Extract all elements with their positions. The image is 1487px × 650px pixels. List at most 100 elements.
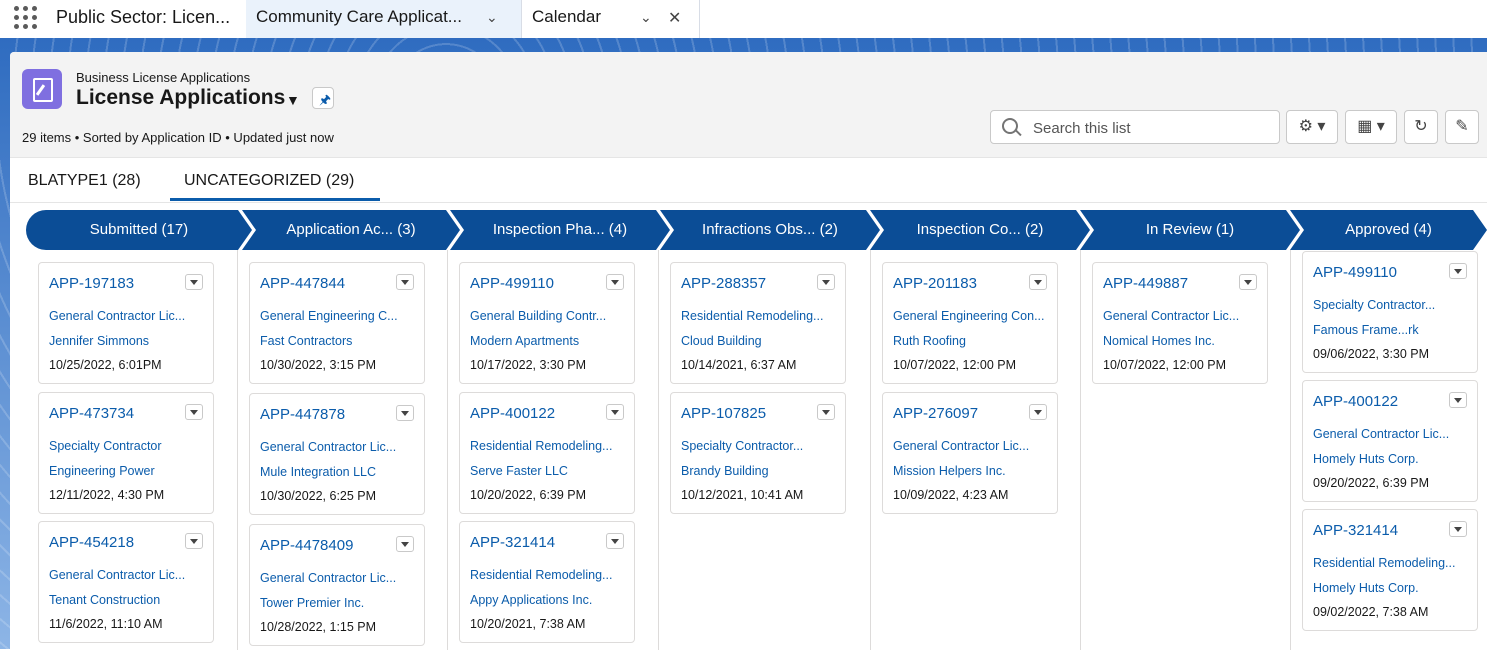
- card-id-link[interactable]: APP-276097: [893, 405, 978, 422]
- chevron-down-icon[interactable]: ⌄: [640, 9, 652, 26]
- kanban-card[interactable]: APP-276097 General Contractor Lic... Mis…: [882, 392, 1058, 514]
- app-launcher-icon[interactable]: [14, 6, 38, 30]
- card-type-link[interactable]: Residential Remodeling...: [1313, 556, 1455, 570]
- card-account-link[interactable]: Serve Faster LLC: [470, 464, 568, 478]
- list-view-picker-icon[interactable]: ▼: [286, 92, 300, 108]
- card-type-link[interactable]: General Contractor Lic...: [893, 439, 1029, 453]
- kanban-card[interactable]: APP-321414 Residential Remodeling... App…: [459, 521, 635, 643]
- card-menu-icon[interactable]: [1239, 274, 1257, 290]
- card-id-link[interactable]: APP-321414: [470, 534, 555, 551]
- card-menu-icon[interactable]: [396, 274, 414, 290]
- card-menu-icon[interactable]: [606, 404, 624, 420]
- kanban-card[interactable]: APP-4478409 General Contractor Lic... To…: [249, 524, 425, 646]
- kanban-card[interactable]: APP-400122 Residential Remodeling... Ser…: [459, 392, 635, 514]
- card-account-link[interactable]: Engineering Power: [49, 464, 155, 478]
- card-account-link[interactable]: Tenant Construction: [49, 593, 160, 607]
- display-as-button[interactable]: ▦ ▾: [1345, 110, 1397, 144]
- kanban-card[interactable]: APP-107825 Specialty Contractor... Brand…: [670, 392, 846, 514]
- search-input[interactable]: [1031, 117, 1265, 139]
- card-type-link[interactable]: General Contractor Lic...: [49, 309, 185, 323]
- card-menu-icon[interactable]: [185, 533, 203, 549]
- card-account-link[interactable]: Fast Contractors: [260, 334, 352, 348]
- card-menu-icon[interactable]: [396, 536, 414, 552]
- stage-submitted[interactable]: Submitted (17): [26, 210, 252, 250]
- card-id-link[interactable]: APP-201183: [893, 275, 977, 292]
- card-type-link[interactable]: General Engineering C...: [260, 309, 398, 323]
- kanban-card[interactable]: APP-454218 General Contractor Lic... Ten…: [38, 521, 214, 643]
- card-menu-icon[interactable]: [817, 404, 835, 420]
- tab-uncategorized[interactable]: UNCATEGORIZED (29): [184, 172, 354, 190]
- card-type-link[interactable]: General Contractor Lic...: [260, 571, 396, 585]
- card-id-link[interactable]: APP-288357: [681, 275, 766, 292]
- tab-blatype1[interactable]: BLATYPE1 (28): [28, 172, 141, 190]
- card-account-link[interactable]: Homely Huts Corp.: [1313, 581, 1419, 595]
- stage-approved[interactable]: Approved (4): [1290, 210, 1487, 250]
- kanban-card[interactable]: APP-449887 General Contractor Lic... Nom…: [1092, 262, 1268, 384]
- card-menu-icon[interactable]: [1449, 521, 1467, 537]
- card-menu-icon[interactable]: [185, 404, 203, 420]
- chevron-down-icon[interactable]: ⌄: [486, 9, 498, 26]
- close-icon[interactable]: ✕: [668, 8, 681, 28]
- refresh-button[interactable]: ↻: [1404, 110, 1438, 144]
- card-id-link[interactable]: APP-499110: [470, 275, 554, 292]
- card-type-link[interactable]: Residential Remodeling...: [681, 309, 823, 323]
- kanban-card[interactable]: APP-447878 General Contractor Lic... Mul…: [249, 393, 425, 515]
- card-id-link[interactable]: APP-107825: [681, 405, 766, 422]
- card-type-link[interactable]: General Contractor Lic...: [260, 440, 396, 454]
- card-account-link[interactable]: Mission Helpers Inc.: [893, 464, 1006, 478]
- edit-list-button[interactable]: ✎: [1445, 110, 1479, 144]
- card-menu-icon[interactable]: [606, 274, 624, 290]
- pin-button[interactable]: 🖈: [312, 87, 334, 109]
- card-id-link[interactable]: APP-447878: [260, 406, 345, 423]
- card-account-link[interactable]: Tower Premier Inc.: [260, 596, 364, 610]
- stage-application-accepted[interactable]: Application Ac... (3): [242, 210, 460, 250]
- card-type-link[interactable]: Specialty Contractor...: [681, 439, 803, 453]
- kanban-card[interactable]: APP-499110 Specialty Contractor... Famou…: [1302, 251, 1478, 373]
- card-menu-icon[interactable]: [396, 405, 414, 421]
- card-account-link[interactable]: Famous Frame...rk: [1313, 323, 1419, 337]
- kanban-card[interactable]: APP-400122 General Contractor Lic... Hom…: [1302, 380, 1478, 502]
- card-account-link[interactable]: Modern Apartments: [470, 334, 579, 348]
- card-account-link[interactable]: Mule Integration LLC: [260, 465, 376, 479]
- stage-infractions-observed[interactable]: Infractions Obs... (2): [660, 210, 880, 250]
- card-id-link[interactable]: APP-197183: [49, 275, 134, 292]
- card-menu-icon[interactable]: [1029, 274, 1047, 290]
- kanban-card[interactable]: APP-321414 Residential Remodeling... Hom…: [1302, 509, 1478, 631]
- card-id-link[interactable]: APP-499110: [1313, 264, 1397, 281]
- card-type-link[interactable]: Specialty Contractor: [49, 439, 162, 453]
- card-menu-icon[interactable]: [185, 274, 203, 290]
- kanban-card[interactable]: APP-197183 General Contractor Lic... Jen…: [38, 262, 214, 384]
- list-settings-button[interactable]: ⚙ ▾: [1286, 110, 1338, 144]
- card-type-link[interactable]: General Contractor Lic...: [1313, 427, 1449, 441]
- card-type-link[interactable]: General Building Contr...: [470, 309, 606, 323]
- card-account-link[interactable]: Homely Huts Corp.: [1313, 452, 1419, 466]
- card-id-link[interactable]: APP-400122: [470, 405, 555, 422]
- card-menu-icon[interactable]: [1449, 263, 1467, 279]
- kanban-card[interactable]: APP-288357 Residential Remodeling... Clo…: [670, 262, 846, 384]
- tab-community-care[interactable]: Community Care Applicat... ⌄: [246, 0, 522, 38]
- card-id-link[interactable]: APP-473734: [49, 405, 134, 422]
- card-type-link[interactable]: Residential Remodeling...: [470, 568, 612, 582]
- kanban-card[interactable]: APP-473734 Specialty Contractor Engineer…: [38, 392, 214, 514]
- card-id-link[interactable]: APP-447844: [260, 275, 345, 292]
- tab-calendar[interactable]: Calendar ⌄ ✕: [522, 0, 700, 38]
- card-type-link[interactable]: General Contractor Lic...: [49, 568, 185, 582]
- card-type-link[interactable]: Specialty Contractor...: [1313, 298, 1435, 312]
- card-account-link[interactable]: Jennifer Simmons: [49, 334, 149, 348]
- card-menu-icon[interactable]: [817, 274, 835, 290]
- kanban-card[interactable]: APP-499110 General Building Contr... Mod…: [459, 262, 635, 384]
- stage-in-review[interactable]: In Review (1): [1080, 210, 1300, 250]
- kanban-card[interactable]: APP-447844 General Engineering C... Fast…: [249, 262, 425, 384]
- kanban-card[interactable]: APP-201183 General Engineering Con... Ru…: [882, 262, 1058, 384]
- card-id-link[interactable]: APP-321414: [1313, 522, 1398, 539]
- card-menu-icon[interactable]: [1449, 392, 1467, 408]
- stage-inspection-phase[interactable]: Inspection Pha... (4): [450, 210, 670, 250]
- card-menu-icon[interactable]: [1029, 404, 1047, 420]
- card-id-link[interactable]: APP-454218: [49, 534, 134, 551]
- card-type-link[interactable]: Residential Remodeling...: [470, 439, 612, 453]
- card-id-link[interactable]: APP-449887: [1103, 275, 1188, 292]
- card-id-link[interactable]: APP-4478409: [260, 537, 353, 554]
- card-type-link[interactable]: General Contractor Lic...: [1103, 309, 1239, 323]
- card-account-link[interactable]: Ruth Roofing: [893, 334, 966, 348]
- card-account-link[interactable]: Nomical Homes Inc.: [1103, 334, 1215, 348]
